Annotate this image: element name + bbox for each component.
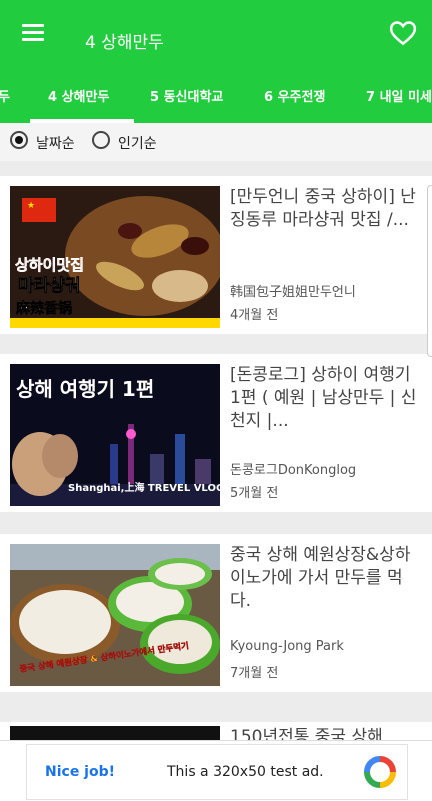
sort-date-label[interactable]: 날짜순 (36, 133, 75, 153)
video-channel: 韩国包子姐姐만두언니 (230, 285, 356, 300)
video-age: 7개월 전 (230, 666, 279, 681)
app-title: 4 상해만두 (85, 33, 164, 53)
sort-popular-label[interactable]: 인기순 (118, 133, 157, 153)
thumb-caption-2: Shanghai,上海 TREVEL VLOG (68, 481, 220, 494)
app-bar: 4 상해만두 (0, 0, 432, 67)
thumb-caption-2: 마라샹궈 (18, 276, 81, 296)
thumb-caption-1: 상해 여행기 1편 (16, 377, 154, 401)
video-title: [만두언니 중국 상하이] 난징동루 마라샹궈 맛집 /... (230, 187, 416, 230)
test-ad[interactable]: Nice job! This a 320x50 test ad. (26, 744, 408, 800)
sort-bar: 날짜순 인기순 (0, 123, 432, 161)
tab-7-tomorrow-fine-dust[interactable]: 7 내일 미세 (366, 86, 432, 105)
tab-4-shanghai-dumpling[interactable]: 4 상해만두 (48, 86, 109, 105)
video-card[interactable]: 중국 상해 예원상장 & 상하이노가에서 만두먹기 중국 상해 예원상장&상하이… (0, 534, 432, 692)
video-channel: 돈콩로그DonKonglog (230, 463, 357, 478)
video-thumbnail: 중국 상해 예원상장 & 상하이노가에서 만두먹기 (10, 544, 220, 686)
ad-logo-icon (363, 755, 397, 789)
video-channel: Kyoung-Jong Park (230, 639, 344, 654)
video-age: 5개월 전 (230, 486, 279, 501)
video-card[interactable]: ★ 상하이맛집 마라샹궈 麻辣香锅 [만두언니 중국 상하이] 난징동루 마라샹… (0, 176, 432, 334)
video-age: 4개월 전 (230, 308, 279, 323)
video-card[interactable]: 상해 여행기 1편 Shanghai,上海 TREVEL VLOG [돈콩로그]… (0, 354, 432, 512)
video-thumbnail: 상해 여행기 1편 Shanghai,上海 TREVEL VLOG (10, 364, 220, 506)
ad-text: This a 320x50 test ad. (167, 764, 324, 780)
video-title: 중국 상해 예원상장&상하이노가에 가서 만두를 먹다. (230, 545, 411, 611)
tab-5-dongshin-univ[interactable]: 5 동신대학교 (150, 86, 223, 105)
menu-icon[interactable] (20, 21, 46, 43)
radio-selected-dot (15, 136, 23, 144)
video-title: [돈콩로그] 상하이 여행기 1편 ( 예원 | 남상만두 | 신천지 |... (230, 365, 417, 431)
thumb-caption-1: 상하이맛집 (15, 256, 84, 274)
favorite-heart-icon[interactable] (388, 18, 418, 48)
thumb-caption-3: 麻辣香锅 (15, 300, 72, 317)
tab-6-space-war[interactable]: 6 우주전쟁 (264, 86, 325, 105)
ad-banner: Nice job! This a 320x50 test ad. (0, 740, 432, 801)
sort-date-radio[interactable] (10, 131, 28, 149)
scrollbar[interactable] (427, 185, 432, 357)
tab-3[interactable]: 두 (0, 86, 10, 105)
svg-text:★: ★ (27, 201, 35, 211)
sort-popular-radio[interactable] (92, 131, 110, 149)
video-thumbnail: ★ 상하이맛집 마라샹궈 麻辣香锅 (10, 186, 220, 328)
ad-nice-job: Nice job! (45, 764, 116, 780)
tab-bar: 두 4 상해만두 5 동신대학교 6 우주전쟁 7 내일 미세 (0, 67, 432, 123)
